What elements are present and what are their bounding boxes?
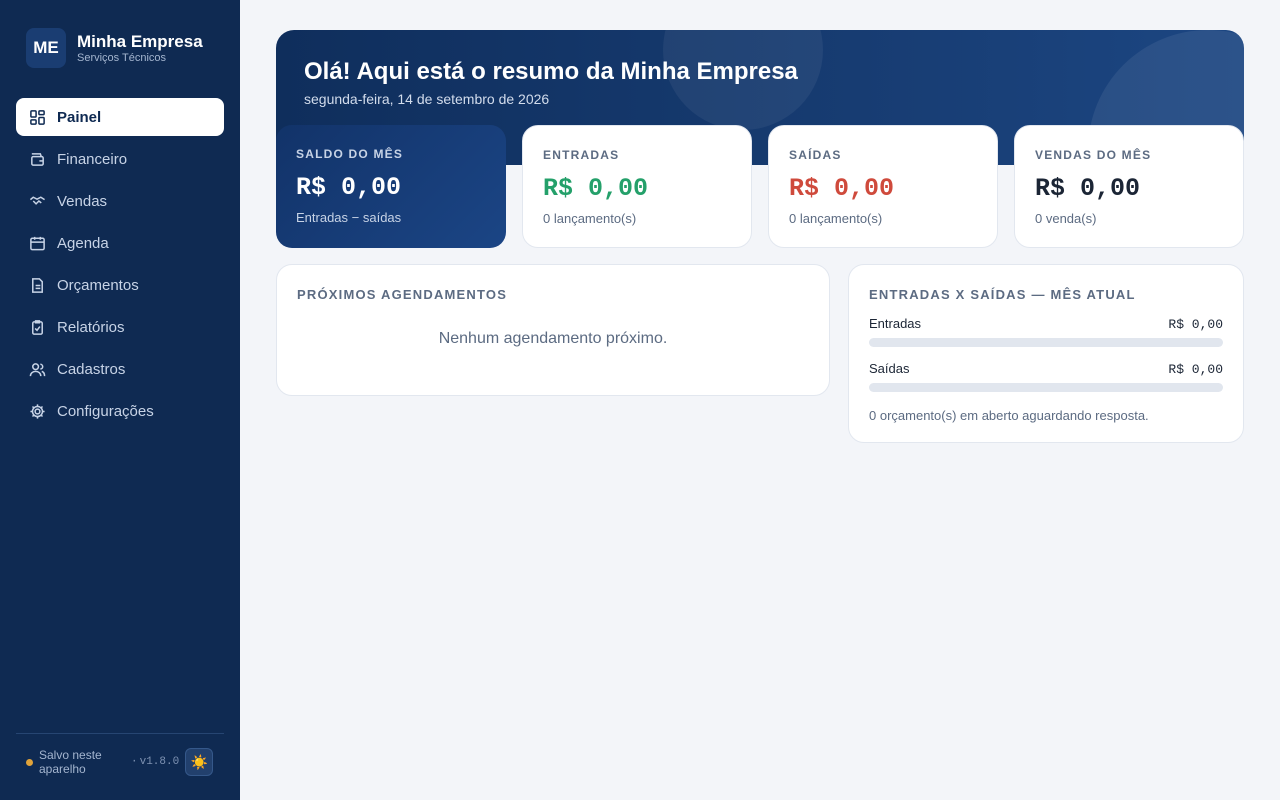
stat-card-saidas: SAÍDAS R$ 0,00 0 lançamento(s)	[768, 125, 998, 248]
cashflow-row-entradas: Entradas R$ 0,00	[869, 316, 1223, 347]
cashflow-label: Saídas	[869, 361, 910, 376]
stat-subtitle: Entradas − saídas	[296, 210, 402, 225]
stat-value: R$ 0,00	[1035, 174, 1141, 203]
brand[interactable]: ME Minha Empresa Serviços Técnicos	[26, 28, 203, 68]
brand-subtitle: Serviços Técnicos	[77, 51, 167, 64]
cashflow-row-saidas: Saídas R$ 0,00	[869, 361, 1223, 392]
progress-bar	[869, 338, 1223, 347]
stat-value: R$ 0,00	[543, 174, 649, 203]
save-status-dot	[26, 758, 33, 766]
wallet-icon	[28, 150, 46, 168]
sidebar-item-label: Agenda	[57, 234, 109, 252]
gear-icon	[28, 402, 46, 420]
sidebar-item-agenda[interactable]: Agenda	[16, 224, 224, 262]
sidebar-item-label: Financeiro	[57, 150, 128, 168]
stat-value: R$ 0,00	[789, 174, 895, 203]
version-separator: ·	[131, 756, 138, 768]
calendar-icon	[28, 234, 46, 252]
theme-toggle-button[interactable]: ☀️	[185, 748, 214, 776]
stat-label: SALDO DO MÊS	[296, 147, 404, 161]
stat-card-saldo: SALDO DO MÊS R$ 0,00 Entradas − saídas	[276, 125, 506, 248]
stat-card-entradas: ENTRADAS R$ 0,00 0 lançamento(s)	[522, 125, 752, 248]
stat-subtitle: 0 venda(s)	[1035, 211, 1097, 226]
panel-title: ENTRADAS X SAÍDAS — MÊS ATUAL	[869, 287, 1136, 302]
sidebar-item-financeiro[interactable]: Financeiro	[16, 140, 224, 178]
app-version: v1.8.0	[139, 756, 180, 768]
sidebar-item-vendas[interactable]: Vendas	[16, 182, 224, 220]
sidebar-item-label: Orçamentos	[57, 276, 139, 294]
sidebar-item-label: Painel	[57, 108, 102, 126]
stat-label: SAÍDAS	[789, 148, 842, 162]
sidebar-item-orcamentos[interactable]: Orçamentos	[16, 266, 224, 304]
sidebar-item-label: Cadastros	[57, 360, 126, 378]
sidebar-item-relatorios[interactable]: Relatórios	[16, 308, 224, 346]
sidebar-item-label: Relatórios	[57, 318, 125, 336]
cashflow-panel: ENTRADAS X SAÍDAS — MÊS ATUAL Entradas R…	[848, 264, 1244, 443]
sidebar: ME Minha Empresa Serviços Técnicos Paine…	[0, 0, 240, 800]
stat-card-vendas: VENDAS DO MÊS R$ 0,00 0 venda(s)	[1014, 125, 1244, 248]
empty-state-message: Nenhum agendamento próximo.	[438, 330, 668, 347]
page-title: Olá! Aqui está o resumo da Minha Empresa	[304, 58, 798, 85]
cashflow-amount: R$ 0,00	[1168, 362, 1223, 377]
cashflow-label: Entradas	[869, 316, 922, 331]
sidebar-item-painel[interactable]: Painel	[16, 98, 224, 136]
save-status: Salvo neste aparelho	[39, 748, 102, 776]
sidebar-item-label: Configurações	[57, 402, 154, 420]
progress-bar	[869, 383, 1223, 392]
report-icon	[28, 318, 46, 336]
panel-title: PRÓXIMOS AGENDAMENTOS	[297, 287, 508, 302]
users-icon	[28, 360, 46, 378]
cashflow-amount: R$ 0,00	[1168, 317, 1223, 332]
sidebar-item-configuracoes[interactable]: Configurações	[16, 392, 224, 430]
stat-label: ENTRADAS	[543, 148, 620, 162]
brand-logo: ME	[26, 28, 66, 68]
sidebar-item-cadastros[interactable]: Cadastros	[16, 350, 224, 388]
sidebar-nav: Painel Financeiro Vendas Agenda Orçament…	[16, 98, 224, 434]
open-quotes-note: 0 orçamento(s) em aberto aguardando resp…	[869, 408, 1149, 423]
current-date: segunda-feira, 14 de setembro de 2026	[304, 91, 550, 107]
brand-name: Minha Empresa	[77, 31, 203, 51]
stat-label: VENDAS DO MÊS	[1035, 148, 1152, 162]
stat-value: R$ 0,00	[296, 173, 402, 202]
upcoming-appointments-panel: PRÓXIMOS AGENDAMENTOS Nenhum agendamento…	[276, 264, 830, 396]
sidebar-item-label: Vendas	[57, 192, 108, 210]
document-icon	[28, 276, 46, 294]
handshake-icon	[28, 192, 46, 210]
stat-subtitle: 0 lançamento(s)	[789, 211, 883, 226]
dashboard-icon	[28, 108, 46, 126]
stat-subtitle: 0 lançamento(s)	[543, 211, 637, 226]
sidebar-footer: Salvo neste aparelho · v1.8.0 ☀️	[16, 733, 224, 776]
